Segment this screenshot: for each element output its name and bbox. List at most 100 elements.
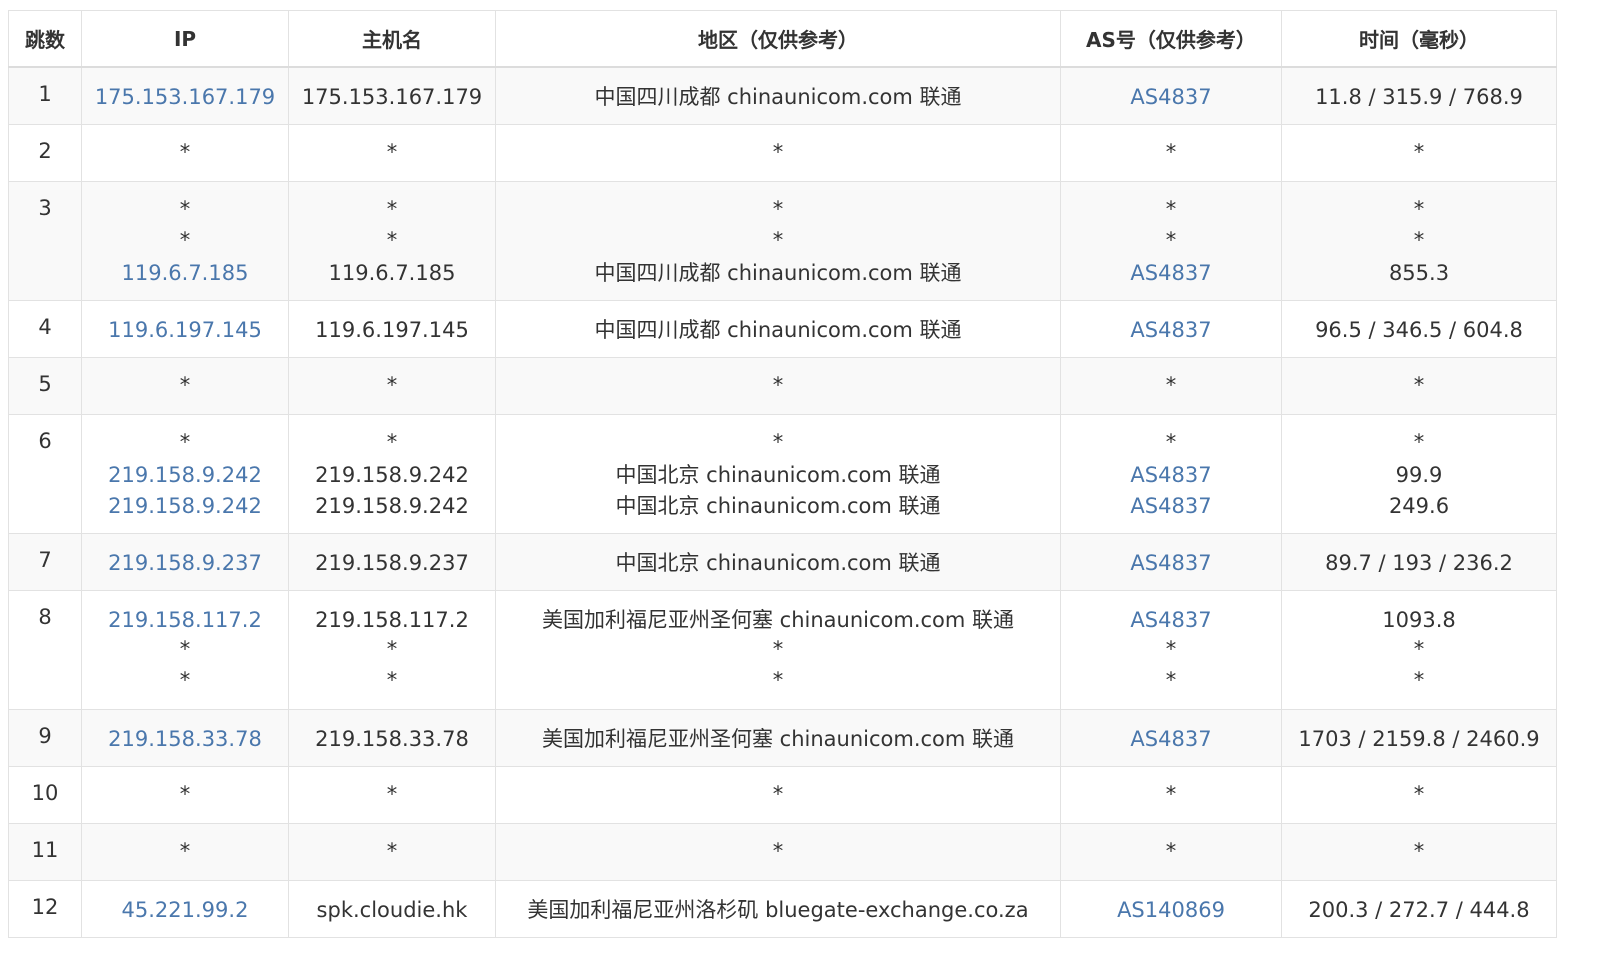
time-cell: * 99.9 249.6 [1281, 413, 1557, 534]
ip-cell: * 219.158.9.242 219.158.9.242 [81, 413, 289, 534]
as-value: * [1165, 227, 1177, 252]
time-value: * [1413, 429, 1425, 454]
ip-cell: 219.158.9.237 [81, 532, 289, 591]
region-value: * [772, 429, 784, 454]
hop-number: 5 [8, 356, 82, 415]
region-value: 中国北京 chinaunicom.com 联通 [615, 550, 941, 575]
hostname-cell: * [288, 765, 496, 824]
ip-value: * [179, 838, 191, 863]
ip-value: * [179, 429, 191, 454]
time-value: * [1413, 139, 1425, 164]
ip-value: * [179, 372, 191, 397]
host-value: 119.6.197.145 [315, 317, 469, 342]
header-as-number: AS号（仅供参考） [1060, 10, 1282, 68]
ip-cell: 219.158.117.2 * * [81, 589, 289, 710]
region-cell: * [495, 356, 1061, 415]
hostname-cell: 119.6.197.145 [288, 299, 496, 358]
host-value: 175.153.167.179 [301, 85, 483, 109]
as-link[interactable]: AS4837 [1065, 460, 1277, 491]
ip-link[interactable]: 219.158.117.2 [86, 605, 284, 636]
table-row: 8 219.158.117.2 * * 219.158.117.2 * * 美国加利福尼亚州圣… [8, 589, 1557, 710]
hostname-cell: * * 119.6.7.185 [288, 180, 496, 301]
hostname-cell: 219.158.9.237 [288, 532, 496, 591]
hop-number: 2 [8, 123, 82, 182]
as-link[interactable]: AS4837 [1065, 548, 1277, 579]
as-link[interactable]: AS4837 [1065, 605, 1277, 636]
table-row: 6 * 219.158.9.242 219.158.9.242 * 219.158.9.2… [8, 413, 1557, 534]
table-row: 7 219.158.9.237 219.158.9.237 中国北京 chinauni… [8, 532, 1557, 591]
ip-value: * [179, 667, 191, 692]
region-value: 中国北京 chinaunicom.com 联通 [615, 462, 941, 487]
as-cell: * [1060, 356, 1282, 415]
time-cell: 1703 / 2159.8 / 2460.9 [1281, 708, 1557, 767]
ip-cell: 119.6.197.145 [81, 299, 289, 358]
as-link[interactable]: AS4837 [1065, 724, 1277, 755]
ip-cell: 175.153.167.179 [81, 66, 289, 125]
time-value: 99.9 [1395, 462, 1443, 487]
ip-cell: * [81, 123, 289, 182]
hop-number: 11 [8, 822, 82, 881]
host-value: 219.158.33.78 [315, 726, 469, 751]
region-cell: 中国北京 chinaunicom.com 联通 [495, 532, 1061, 591]
ip-link[interactable]: 119.6.7.185 [86, 258, 284, 289]
ip-link[interactable]: 219.158.9.242 [86, 460, 284, 491]
time-value: 1703 / 2159.8 / 2460.9 [1298, 726, 1540, 751]
region-cell: * [495, 765, 1061, 824]
region-value: * [772, 636, 784, 661]
as-cell: * [1060, 123, 1282, 182]
as-link[interactable]: AS4837 [1065, 82, 1277, 113]
ip-value: * [179, 139, 191, 164]
time-value: 96.5 / 346.5 / 604.8 [1315, 317, 1523, 342]
host-value: spk.cloudie.hk [316, 897, 468, 922]
as-value: * [1165, 781, 1177, 806]
hostname-cell: 219.158.33.78 [288, 708, 496, 767]
host-value: 119.6.7.185 [328, 260, 456, 285]
ip-link[interactable]: 45.221.99.2 [86, 895, 284, 926]
time-value: 200.3 / 272.7 / 444.8 [1308, 897, 1530, 922]
region-value: * [772, 667, 784, 692]
region-value: 美国加利福尼亚州圣何塞 chinaunicom.com 联通 [541, 726, 1015, 751]
host-value: * [386, 429, 398, 454]
as-cell: * AS4837 AS4837 [1060, 413, 1282, 534]
as-cell: AS4837 [1060, 66, 1282, 125]
time-value: * [1413, 667, 1425, 692]
as-link[interactable]: AS4837 [1065, 491, 1277, 522]
ip-cell: * [81, 356, 289, 415]
header-hostname: 主机名 [288, 10, 496, 68]
table-row: 9 219.158.33.78 219.158.33.78 美国加利福尼亚州圣何塞 c… [8, 708, 1557, 767]
host-value: 219.158.117.2 [315, 607, 469, 632]
as-link[interactable]: AS4837 [1065, 315, 1277, 346]
host-value: * [386, 372, 398, 397]
time-value: * [1413, 838, 1425, 863]
time-cell: * * 855.3 [1281, 180, 1557, 301]
ip-link[interactable]: 175.153.167.179 [86, 82, 284, 113]
as-value: * [1165, 196, 1177, 221]
region-cell: * 中国北京 chinaunicom.com 联通 中国北京 chinaunicom… [495, 413, 1061, 534]
region-value: 中国四川成都 chinaunicom.com 联通 [594, 85, 962, 109]
table-row: 12 45.221.99.2 spk.cloudie.hk 美国加利福尼亚州洛杉矶 b… [8, 879, 1557, 938]
as-cell: * [1060, 765, 1282, 824]
hop-number: 3 [8, 180, 82, 301]
table-row: 1 175.153.167.179 175.153.167.179 中国四川成都 ch… [8, 66, 1557, 125]
ip-value: * [179, 636, 191, 661]
region-value: 美国加利福尼亚州圣何塞 chinaunicom.com 联通 [541, 607, 1015, 632]
ip-link[interactable]: 219.158.9.237 [86, 548, 284, 579]
time-value: 1093.8 [1382, 607, 1456, 632]
as-cell: AS4837 [1060, 708, 1282, 767]
ip-link[interactable]: 219.158.33.78 [86, 724, 284, 755]
as-cell: * * AS4837 [1060, 180, 1282, 301]
hop-number: 6 [8, 413, 82, 534]
hostname-cell: * [288, 123, 496, 182]
as-value: * [1165, 636, 1177, 661]
as-link[interactable]: AS140869 [1065, 895, 1277, 926]
as-link[interactable]: AS4837 [1065, 258, 1277, 289]
hostname-cell: * 219.158.9.242 219.158.9.242 [288, 413, 496, 534]
as-cell: * [1060, 822, 1282, 881]
time-cell: * [1281, 765, 1557, 824]
time-value: * [1413, 781, 1425, 806]
ip-cell: 45.221.99.2 [81, 879, 289, 938]
ip-link[interactable]: 119.6.197.145 [86, 315, 284, 346]
hop-number: 1 [8, 66, 82, 125]
time-value: 11.8 / 315.9 / 768.9 [1315, 85, 1523, 109]
ip-link[interactable]: 219.158.9.242 [86, 491, 284, 522]
